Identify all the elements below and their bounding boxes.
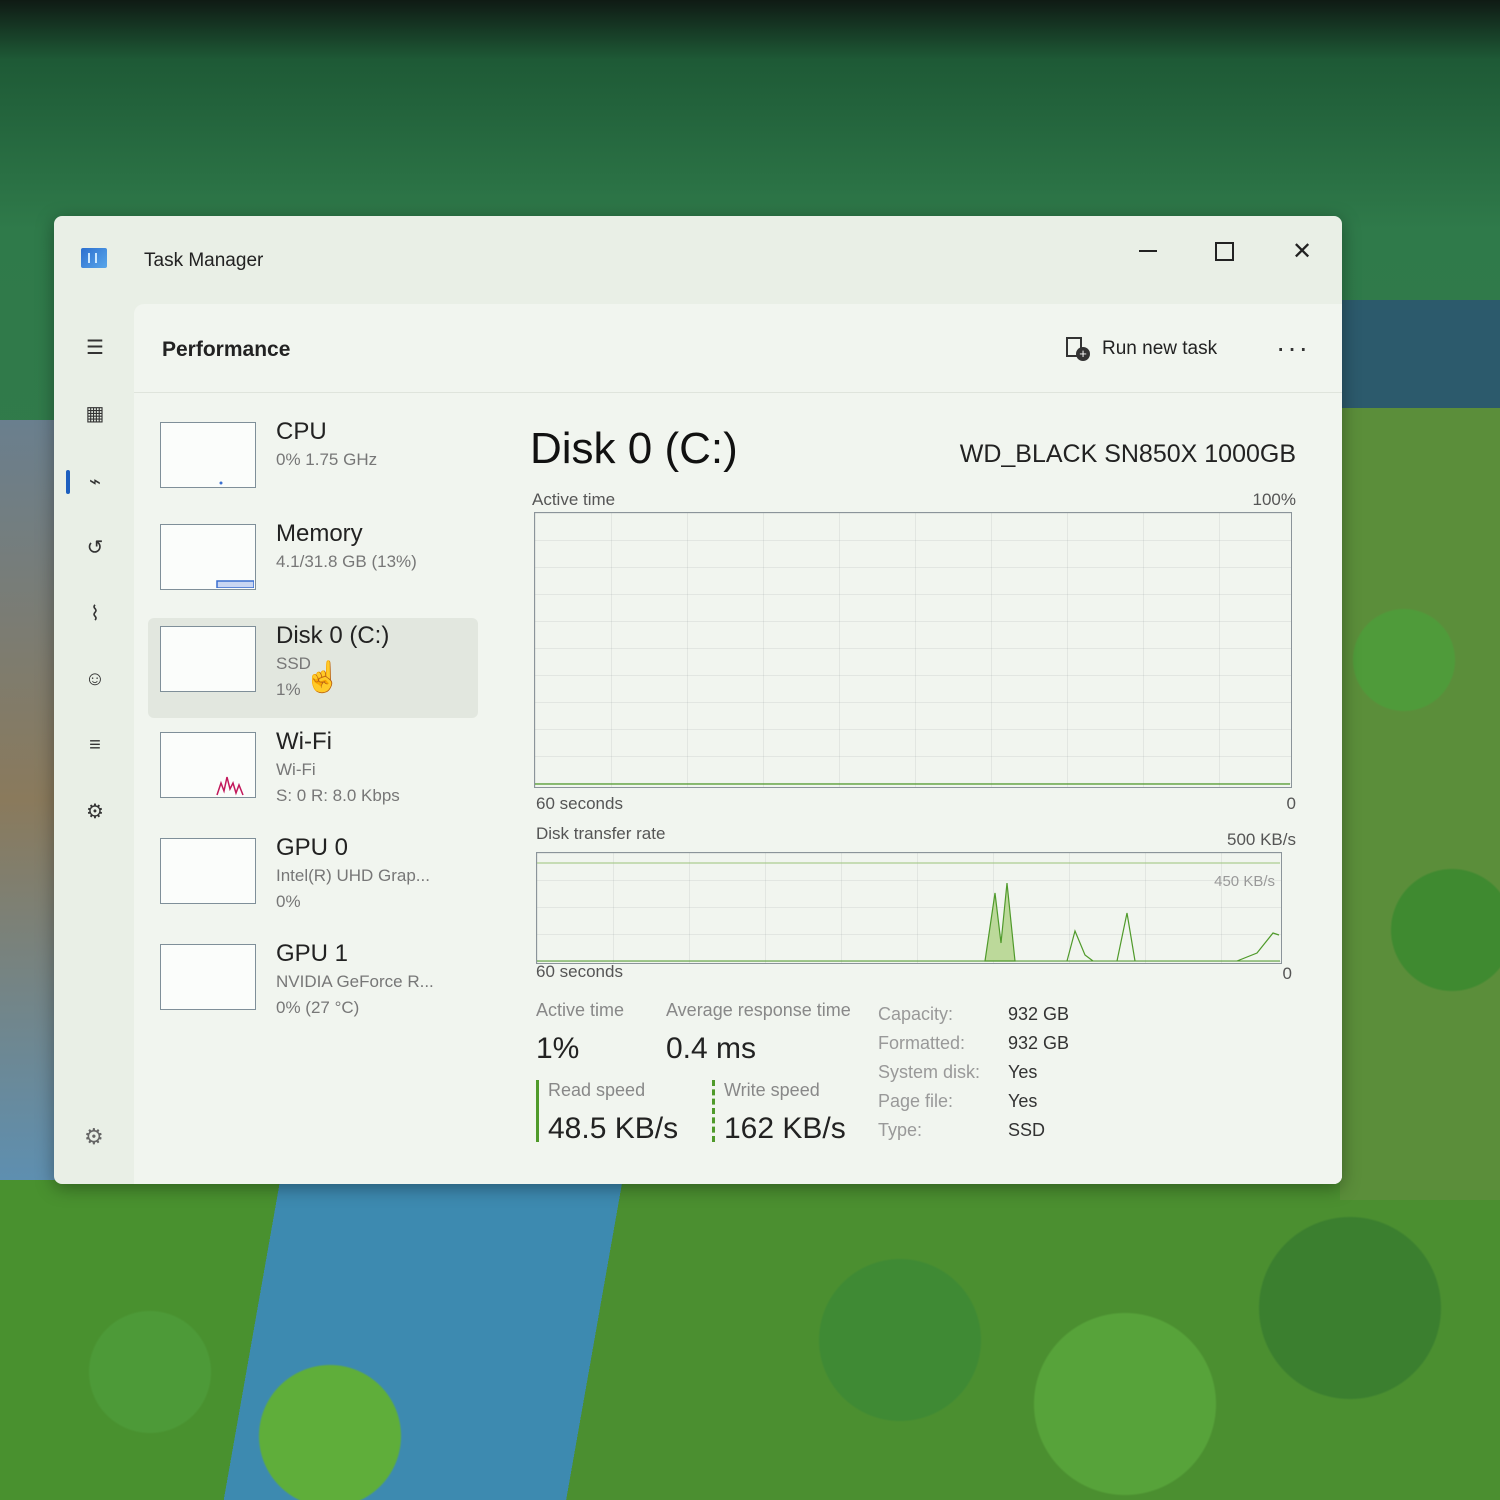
details-icon[interactable]: ≡	[82, 732, 108, 758]
wifi-thumbnail	[160, 732, 256, 798]
wallpaper-forest	[0, 1180, 1500, 1500]
performance-icon[interactable]: ⌁	[82, 468, 108, 494]
device-item-cpu[interactable]: CPU 0% 1.75 GHz	[148, 414, 478, 514]
run-task-icon: +	[1066, 337, 1090, 361]
minimize-icon	[1139, 250, 1157, 252]
startup-apps-icon[interactable]: ⌇	[82, 600, 108, 626]
device-name: Disk 0 (C:)	[276, 622, 390, 649]
cpu-thumbnail-graph	[219, 481, 223, 485]
title-bar[interactable]: Task Manager ✕	[54, 216, 1342, 304]
transfer-rate-max-label: 500 KB/s	[1227, 830, 1296, 849]
page-title: Performance	[162, 338, 291, 361]
disk-model: WD_BLACK SN850X 1000GB	[959, 440, 1296, 468]
write-speed-value: 162 KB/s	[724, 1112, 846, 1145]
wifi-thumbnail-graph	[216, 776, 244, 796]
detail-title: Disk 0 (C:)	[530, 424, 738, 473]
active-time-graph-label: Active time	[532, 490, 616, 509]
device-throughput: S: 0 R: 8.0 Kbps	[276, 786, 400, 805]
device-model: Intel(R) UHD Grap...	[276, 866, 430, 885]
window-title: Task Manager	[144, 250, 264, 271]
device-name: GPU 1	[276, 940, 349, 967]
transfer-rate-window-label: 60 seconds	[536, 962, 623, 981]
run-new-task-label: Run new task	[1102, 338, 1218, 359]
gpu1-thumbnail	[160, 944, 256, 1010]
cpu-thumbnail	[160, 422, 256, 488]
info-value: SSD	[1008, 1120, 1046, 1140]
active-time-stat-label: Active time	[536, 1000, 625, 1020]
nav-active-indicator	[66, 470, 70, 494]
close-icon: ✕	[1291, 237, 1313, 265]
read-speed-indicator	[536, 1080, 539, 1142]
processes-icon[interactable]: ▦	[82, 400, 108, 426]
transfer-rate-graph-label: Disk transfer rate	[536, 824, 666, 843]
navigation-rail: ☰ ▦ ⌁ ↺ ⌇ ☺ ≡ ⚙ ⚙	[54, 304, 138, 1184]
wallpaper-left	[0, 420, 60, 1180]
run-new-task-button[interactable]: + Run new task	[1066, 334, 1217, 364]
device-name: CPU	[276, 418, 327, 445]
info-key: Capacity:	[878, 1004, 954, 1024]
write-speed-indicator	[712, 1080, 715, 1142]
active-time-stat-value: 1%	[536, 1032, 580, 1065]
response-time-stat-value: 0.4 ms	[666, 1032, 757, 1065]
users-icon[interactable]: ☺	[82, 666, 108, 692]
disk-thumbnail	[160, 626, 256, 692]
maximize-button[interactable]	[1194, 226, 1254, 276]
read-speed-value: 48.5 KB/s	[548, 1112, 679, 1145]
info-value: Yes	[1008, 1062, 1038, 1082]
info-key: System disk:	[878, 1062, 981, 1082]
wallpaper-right	[1340, 300, 1500, 1200]
mouse-cursor-icon: ☝	[304, 661, 342, 694]
app-history-icon[interactable]: ↺	[82, 534, 108, 560]
memory-thumbnail-graph	[216, 580, 255, 589]
active-time-max-label: 100%	[1252, 490, 1296, 509]
active-time-min-label: 0	[1286, 794, 1296, 813]
device-name: Wi-Fi	[276, 728, 332, 755]
services-icon[interactable]: ⚙	[82, 798, 108, 824]
more-options-button[interactable]: ···	[1276, 332, 1310, 364]
device-usage: 0%	[276, 892, 301, 911]
transfer-rate-graph-series	[537, 862, 1280, 962]
task-manager-app-icon	[81, 248, 107, 268]
device-status: 0% 1.75 GHz	[276, 450, 378, 469]
device-item-gpu-1[interactable]: GPU 1 NVIDIA GeForce R... 0% (27 °C)	[148, 936, 478, 1036]
device-status: 4.1/31.8 GB (13%)	[276, 552, 417, 571]
device-usage: 1%	[276, 680, 301, 699]
response-time-stat-label: Average response time	[666, 1000, 851, 1020]
maximize-icon	[1214, 241, 1234, 261]
minimize-button[interactable]	[1118, 226, 1178, 276]
task-manager-window: Task Manager ✕ ☰ ▦ ⌁ ↺ ⌇ ☺ ≡ ⚙ ⚙ Perform…	[54, 216, 1342, 1184]
active-time-window-label: 60 seconds	[536, 794, 623, 813]
info-value: 932 GB	[1008, 1004, 1070, 1024]
info-value: 932 GB	[1008, 1033, 1070, 1053]
info-value: Yes	[1008, 1091, 1038, 1111]
gpu0-thumbnail	[160, 838, 256, 904]
info-key: Formatted:	[878, 1033, 966, 1053]
device-usage: 0% (27 °C)	[276, 998, 360, 1017]
device-name: Memory	[276, 520, 363, 547]
active-time-graph	[534, 512, 1292, 788]
read-speed-label: Read speed	[548, 1080, 646, 1100]
device-type: Wi-Fi	[276, 760, 316, 779]
hamburger-icon[interactable]: ☰	[82, 334, 108, 360]
device-item-wifi[interactable]: Wi-Fi Wi-Fi S: 0 R: 8.0 Kbps	[148, 724, 478, 824]
device-item-gpu-0[interactable]: GPU 0 Intel(R) UHD Grap... 0%	[148, 830, 478, 930]
device-item-memory[interactable]: Memory 4.1/31.8 GB (13%)	[148, 516, 478, 616]
device-name: GPU 0	[276, 834, 349, 861]
page-header: Performance + Run new task ···	[134, 304, 1342, 393]
transfer-rate-min-label: 0	[1282, 964, 1292, 983]
transfer-rate-graph: 450 KB/s	[536, 852, 1282, 964]
device-model: NVIDIA GeForce R...	[276, 972, 434, 991]
memory-thumbnail	[160, 524, 256, 590]
write-speed-label: Write speed	[724, 1080, 820, 1100]
active-time-graph-line	[535, 783, 1290, 785]
close-button[interactable]: ✕	[1272, 226, 1332, 276]
settings-icon[interactable]: ⚙	[84, 1124, 104, 1150]
disk-detail-panel: Disk 0 (C:) WD_BLACK SN850X 1000GB Activ…	[530, 414, 1310, 1174]
info-key: Page file:	[878, 1091, 954, 1111]
info-key: Type:	[878, 1120, 923, 1140]
performance-page: Performance + Run new task ··· CPU 0% 1.…	[134, 304, 1342, 1184]
